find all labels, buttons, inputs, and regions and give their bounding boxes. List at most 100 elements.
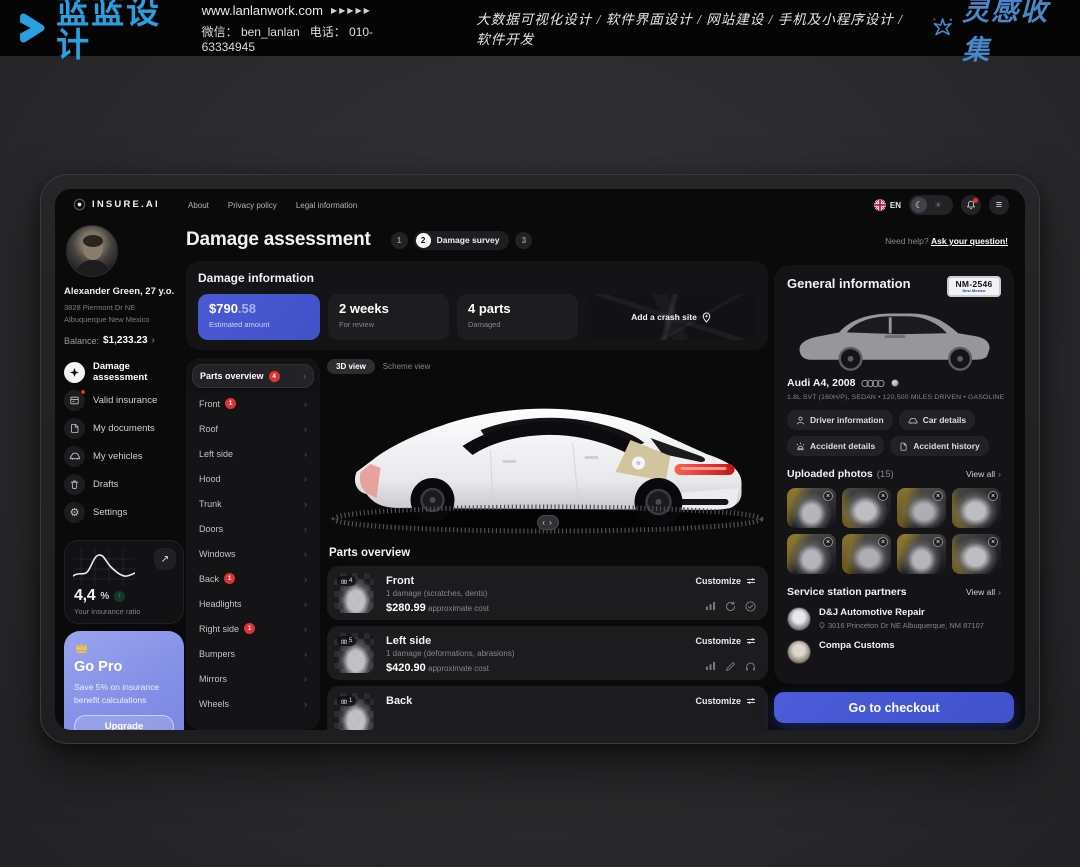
hamburger-menu-button[interactable]	[989, 195, 1009, 215]
upgrade-button[interactable]: Upgrade	[74, 715, 174, 730]
photo-thumbnail[interactable]	[842, 488, 891, 528]
step-2-active[interactable]: 2 Damage survey	[414, 231, 510, 250]
stepper: 1 2 Damage survey 3	[391, 231, 533, 250]
photo-thumbnail[interactable]	[897, 488, 946, 528]
parts-nav-roof[interactable]: Roof	[192, 416, 314, 441]
sidebar-menu: Damage assessment Valid insurance My doc…	[64, 358, 186, 526]
stats-icon[interactable]	[705, 661, 716, 671]
go-to-checkout-button[interactable]: Go to checkout	[774, 692, 1014, 723]
customize-button[interactable]: Customize	[695, 576, 756, 586]
part-item-left-side[interactable]: 5 Left side 1 damage (deformations, abra…	[327, 626, 768, 680]
photo-thumbnail[interactable]	[952, 488, 1001, 528]
close-icon[interactable]	[988, 491, 998, 501]
photo-thumbnail[interactable]	[842, 534, 891, 574]
review-time-card[interactable]: 2 weeks For review	[328, 294, 449, 340]
stats-icon[interactable]	[705, 601, 716, 611]
tab-scheme-view[interactable]: Scheme view	[383, 362, 431, 371]
audi-rings-icon	[861, 379, 885, 388]
photo-grid	[787, 488, 1001, 574]
parts-nav-headlights[interactable]: Headlights	[192, 591, 314, 616]
estimated-amount-card[interactable]: $790.58 Estimated amount	[198, 294, 320, 340]
avatar[interactable]	[66, 225, 118, 277]
refresh-icon[interactable]	[725, 601, 736, 612]
photo-thumbnail[interactable]	[897, 534, 946, 574]
customize-button[interactable]: Customize	[695, 636, 756, 646]
general-information-title: General information	[787, 276, 911, 291]
nav-privacy-policy[interactable]: Privacy policy	[228, 201, 277, 210]
close-icon[interactable]	[878, 537, 888, 547]
partner-compa-customs[interactable]: Compa Customs	[787, 640, 1001, 664]
close-icon[interactable]	[933, 491, 943, 501]
document-icon	[64, 418, 85, 439]
parts-nav-back[interactable]: Back1	[192, 566, 314, 591]
view-all-photos-link[interactable]: View all	[966, 469, 1001, 479]
parts-nav-doors[interactable]: Doors	[192, 516, 314, 541]
driver-information-button[interactable]: Driver information	[787, 410, 893, 430]
parts-nav-right-side[interactable]: Right side1	[192, 616, 314, 641]
accident-details-button[interactable]: Accident details	[787, 436, 884, 456]
close-icon[interactable]	[878, 491, 888, 501]
car-details-button[interactable]: Car details	[899, 410, 975, 430]
parts-nav-mirrors[interactable]: Mirrors	[192, 666, 314, 691]
sidebar-item-damage-assessment[interactable]: Damage assessment	[64, 358, 186, 386]
part-actions	[705, 661, 756, 672]
moon-icon[interactable]	[911, 197, 927, 213]
ask-question-link[interactable]: Ask your question!	[931, 236, 1008, 246]
sidebar-item-valid-insurance[interactable]: Valid insurance	[64, 386, 186, 414]
step-1[interactable]: 1	[391, 232, 408, 249]
nav-about[interactable]: About	[188, 201, 209, 210]
customize-button[interactable]: Customize	[695, 696, 756, 706]
view-all-partners-link[interactable]: View all	[966, 587, 1001, 597]
photo-thumbnail[interactable]	[787, 534, 836, 574]
parts-nav-overview[interactable]: Parts overview4	[192, 364, 314, 388]
parts-nav-front[interactable]: Front1	[192, 391, 314, 416]
banner-website-link[interactable]: www.lanlanwork.com	[202, 3, 323, 18]
sparkle-icon	[64, 362, 85, 383]
parts-nav-windows[interactable]: Windows	[192, 541, 314, 566]
notification-dot	[973, 198, 978, 203]
parts-nav-trunk[interactable]: Trunk	[192, 491, 314, 516]
sidebar-item-drafts[interactable]: Drafts	[64, 470, 186, 498]
car-3d-stage[interactable]	[327, 376, 768, 538]
theme-toggle[interactable]	[909, 195, 953, 215]
profile-address: 3828 Piermont Dr NE Albuquerque New Mexi…	[64, 302, 186, 325]
camera-icon	[341, 639, 347, 644]
parts-nav-bumpers[interactable]: Bumpers	[192, 641, 314, 666]
location-pin-icon	[702, 312, 711, 323]
expand-icon[interactable]	[154, 548, 176, 570]
rotation-handle[interactable]	[537, 515, 559, 530]
photo-thumbnail[interactable]	[787, 488, 836, 528]
close-icon[interactable]	[988, 537, 998, 547]
headphones-icon[interactable]	[745, 661, 756, 672]
close-icon[interactable]	[823, 537, 833, 547]
add-crash-site-button[interactable]: Add a crash site	[586, 294, 756, 340]
photo-thumbnail[interactable]	[952, 534, 1001, 574]
part-thumbnail: 4	[334, 573, 374, 613]
nav-legal-information[interactable]: Legal information	[296, 201, 357, 210]
part-item-back[interactable]: 1 Back Customize	[327, 686, 768, 730]
close-icon[interactable]	[823, 491, 833, 501]
notifications-button[interactable]	[961, 195, 981, 215]
parts-nav-hood[interactable]: Hood	[192, 466, 314, 491]
tab-3d-view[interactable]: 3D view	[327, 359, 375, 374]
sidebar-item-my-documents[interactable]: My documents	[64, 414, 186, 442]
damaged-parts-card[interactable]: 4 parts Damaged	[457, 294, 578, 340]
close-icon[interactable]	[933, 537, 943, 547]
sparkline-chart	[73, 549, 135, 585]
accident-history-button[interactable]: Accident history	[890, 436, 989, 456]
parts-nav-wheels[interactable]: Wheels	[192, 691, 314, 716]
part-item-front[interactable]: 4 Front 1 damage (scratches, dents) $280…	[327, 566, 768, 620]
language-selector[interactable]: EN	[874, 199, 901, 211]
sun-icon[interactable]	[930, 197, 946, 213]
step-3[interactable]: 3	[515, 232, 532, 249]
rotation-dial[interactable]	[327, 502, 768, 536]
balance-row[interactable]: Balance: $1,233.23	[64, 335, 186, 346]
sidebar-item-my-vehicles[interactable]: My vehicles	[64, 442, 186, 470]
sidebar-item-settings[interactable]: Settings	[64, 498, 186, 526]
pen-icon[interactable]	[725, 661, 736, 672]
parts-nav-left-side[interactable]: Left side	[192, 441, 314, 466]
partner-dj-automotive[interactable]: D&J Automotive Repair 3016 Princeton Dr …	[787, 607, 1001, 631]
location-pin-icon	[819, 622, 825, 629]
partner-logo	[787, 607, 811, 631]
check-circle-icon[interactable]	[745, 601, 756, 612]
